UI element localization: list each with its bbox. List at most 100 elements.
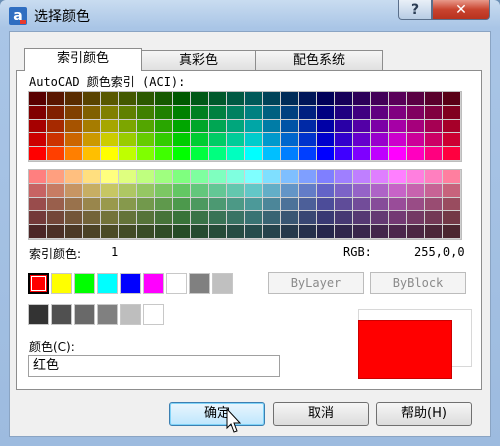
palette-swatch[interactable] xyxy=(335,170,353,184)
palette-swatch[interactable] xyxy=(299,225,317,239)
palette-swatch[interactable] xyxy=(245,211,263,226)
palette-swatch[interactable] xyxy=(317,147,335,161)
palette-swatch[interactable] xyxy=(227,211,245,226)
palette-swatch[interactable] xyxy=(119,183,137,198)
palette-swatch[interactable] xyxy=(191,133,209,148)
palette-swatch[interactable] xyxy=(389,92,407,106)
palette-swatch[interactable] xyxy=(209,170,227,184)
palette-swatch[interactable] xyxy=(281,211,299,226)
palette-swatch[interactable] xyxy=(353,119,371,134)
ok-button[interactable]: 确定 xyxy=(169,402,265,426)
palette-swatch[interactable] xyxy=(443,183,461,198)
gray-color-swatch[interactable] xyxy=(74,304,95,325)
gray-color-swatch[interactable] xyxy=(51,304,72,325)
palette-swatch[interactable] xyxy=(299,92,317,106)
palette-swatch[interactable] xyxy=(209,225,227,239)
standard-color-swatch[interactable] xyxy=(28,273,49,294)
palette-swatch[interactable] xyxy=(83,197,101,212)
palette-swatch[interactable] xyxy=(155,197,173,212)
palette-swatch[interactable] xyxy=(443,133,461,148)
palette-swatch[interactable] xyxy=(101,119,119,134)
palette-swatch[interactable] xyxy=(317,170,335,184)
palette-swatch[interactable] xyxy=(443,105,461,120)
palette-swatch[interactable] xyxy=(83,105,101,120)
palette-swatch[interactable] xyxy=(65,119,83,134)
palette-swatch[interactable] xyxy=(299,211,317,226)
palette-swatch[interactable] xyxy=(173,92,191,106)
palette-swatch[interactable] xyxy=(425,147,443,161)
palette-swatch[interactable] xyxy=(173,119,191,134)
palette-swatch[interactable] xyxy=(407,211,425,226)
palette-swatch[interactable] xyxy=(299,147,317,161)
palette-swatch[interactable] xyxy=(65,147,83,161)
palette-swatch[interactable] xyxy=(425,119,443,134)
palette-swatch[interactable] xyxy=(263,183,281,198)
palette-swatch[interactable] xyxy=(263,197,281,212)
palette-swatch[interactable] xyxy=(407,92,425,106)
palette-swatch[interactable] xyxy=(281,170,299,184)
palette-swatch[interactable] xyxy=(119,197,137,212)
palette-swatch[interactable] xyxy=(173,147,191,161)
palette-swatch[interactable] xyxy=(407,197,425,212)
palette-swatch[interactable] xyxy=(209,211,227,226)
palette-swatch[interactable] xyxy=(389,211,407,226)
palette-swatch[interactable] xyxy=(443,119,461,134)
palette-swatch[interactable] xyxy=(425,170,443,184)
palette-swatch[interactable] xyxy=(83,133,101,148)
tab-color-books[interactable]: 配色系统 xyxy=(255,50,383,70)
palette-swatch[interactable] xyxy=(191,119,209,134)
palette-swatch[interactable] xyxy=(227,147,245,161)
palette-swatch[interactable] xyxy=(155,170,173,184)
palette-swatch[interactable] xyxy=(281,183,299,198)
palette-swatch[interactable] xyxy=(407,105,425,120)
palette-swatch[interactable] xyxy=(443,170,461,184)
palette-swatch[interactable] xyxy=(245,133,263,148)
palette-swatch[interactable] xyxy=(425,197,443,212)
palette-swatch[interactable] xyxy=(101,211,119,226)
palette-swatch[interactable] xyxy=(335,147,353,161)
gray-color-swatch[interactable] xyxy=(143,304,164,325)
palette-swatch[interactable] xyxy=(191,183,209,198)
standard-color-swatch[interactable] xyxy=(166,273,187,294)
palette-swatch[interactable] xyxy=(227,183,245,198)
palette-swatch[interactable] xyxy=(353,170,371,184)
palette-swatch[interactable] xyxy=(245,170,263,184)
palette-swatch[interactable] xyxy=(227,92,245,106)
palette-swatch[interactable] xyxy=(83,92,101,106)
palette-swatch[interactable] xyxy=(407,170,425,184)
palette-swatch[interactable] xyxy=(443,211,461,226)
palette-swatch[interactable] xyxy=(65,105,83,120)
palette-swatch[interactable] xyxy=(209,197,227,212)
palette-swatch[interactable] xyxy=(353,133,371,148)
palette-swatch[interactable] xyxy=(299,170,317,184)
palette-swatch[interactable] xyxy=(29,170,47,184)
standard-color-swatch[interactable] xyxy=(74,273,95,294)
palette-swatch[interactable] xyxy=(65,225,83,239)
palette-swatch[interactable] xyxy=(29,133,47,148)
palette-swatch[interactable] xyxy=(389,133,407,148)
palette-swatch[interactable] xyxy=(101,92,119,106)
palette-swatch[interactable] xyxy=(317,119,335,134)
palette-swatch[interactable] xyxy=(263,211,281,226)
gray-color-swatch[interactable] xyxy=(28,304,49,325)
palette-swatch[interactable] xyxy=(263,147,281,161)
palette-swatch[interactable] xyxy=(101,105,119,120)
palette-swatch[interactable] xyxy=(245,197,263,212)
palette-swatch[interactable] xyxy=(47,197,65,212)
palette-swatch[interactable] xyxy=(281,147,299,161)
palette-swatch[interactable] xyxy=(47,119,65,134)
palette-swatch[interactable] xyxy=(389,105,407,120)
palette-swatch[interactable] xyxy=(29,105,47,120)
palette-swatch[interactable] xyxy=(83,147,101,161)
palette-swatch[interactable] xyxy=(227,105,245,120)
palette-swatch[interactable] xyxy=(371,225,389,239)
palette-swatch[interactable] xyxy=(389,183,407,198)
palette-swatch[interactable] xyxy=(317,183,335,198)
tab-index-color[interactable]: 索引颜色 xyxy=(24,48,142,71)
palette-swatch[interactable] xyxy=(47,105,65,120)
palette-swatch[interactable] xyxy=(119,147,137,161)
palette-swatch[interactable] xyxy=(101,133,119,148)
palette-swatch[interactable] xyxy=(47,133,65,148)
palette-swatch[interactable] xyxy=(119,211,137,226)
palette-swatch[interactable] xyxy=(353,183,371,198)
